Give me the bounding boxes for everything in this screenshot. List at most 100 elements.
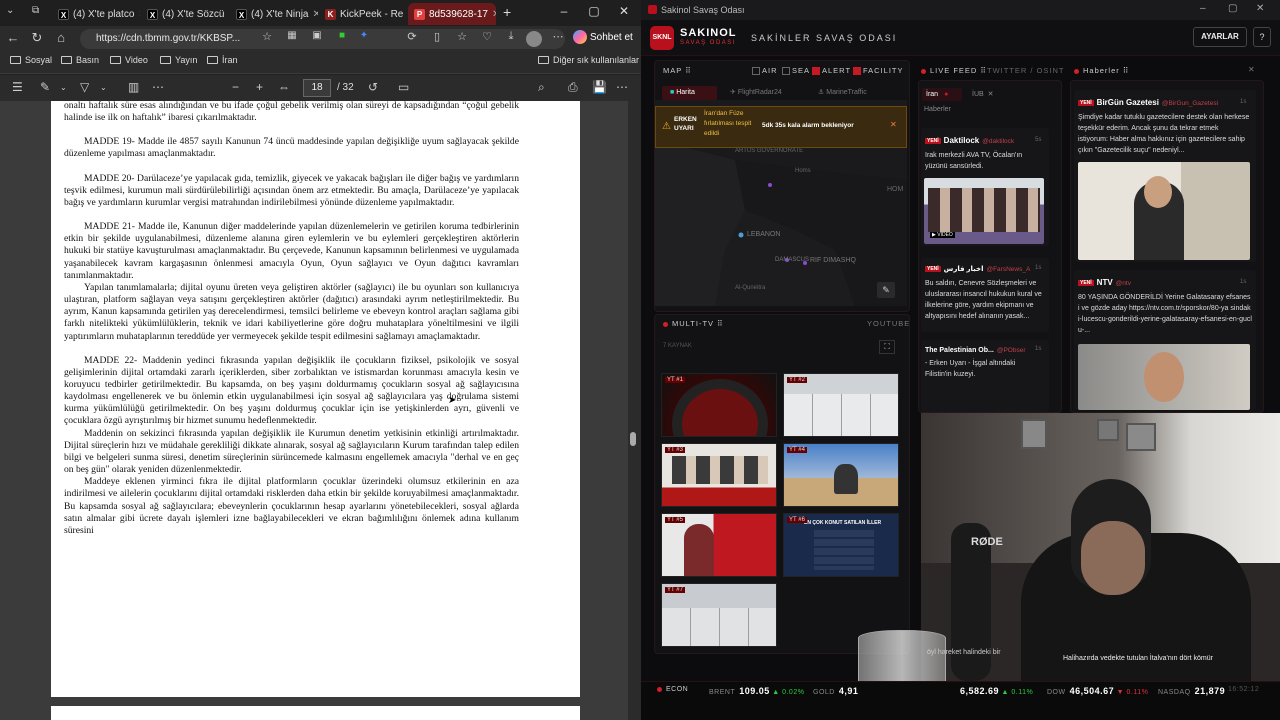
bookmark-folder-basin[interactable]: Basın: [61, 55, 99, 65]
ticker-dow: DOW 46,504.67 ▼ 0.11%: [1047, 686, 1148, 696]
refresh-extension-icon[interactable]: ⟳: [403, 30, 421, 43]
video-tile-6[interactable]: EN ÇOK KONUT SATILAN İLLER YT #6: [783, 513, 899, 577]
close-icon[interactable]: ✕: [492, 9, 496, 20]
scrollbar[interactable]: [628, 101, 641, 720]
toggle-alert[interactable]: ALERT: [812, 66, 851, 76]
feed-card[interactable]: YENİ اخبار فارس @FarsNews_A 1s Bu saldırı,…: [921, 258, 1049, 332]
zoom-in-icon[interactable]: +: [256, 80, 263, 94]
close-icon[interactable]: ✕: [1248, 65, 1255, 74]
tab-flightradar[interactable]: ✈ FlightRadar24: [730, 86, 782, 100]
collections-icon[interactable]: ♡: [478, 30, 496, 43]
extension-green-icon[interactable]: ■: [333, 30, 351, 41]
tab-4[interactable]: KKickPeek - Re✕: [319, 3, 407, 25]
more-icon[interactable]: ⋯: [616, 80, 628, 94]
tab-marinetraffic[interactable]: ⚓ MarineTraffic: [818, 86, 867, 100]
checkbox[interactable]: [812, 67, 820, 76]
split-screen-icon[interactable]: ▯: [428, 30, 446, 43]
tab-iub[interactable]: İUB ✕: [972, 88, 994, 101]
tab-1[interactable]: X (4) X'te platco✕: [52, 3, 140, 25]
extensions-icon[interactable]: ▦: [283, 30, 301, 41]
zoom-out-icon[interactable]: −: [232, 80, 239, 94]
bookmark-star-icon[interactable]: ☆: [258, 30, 276, 43]
checkbox[interactable]: [752, 67, 760, 76]
folder-icon: [538, 56, 549, 64]
page-number-input[interactable]: 18: [303, 79, 331, 97]
view-icon[interactable]: ▥: [128, 80, 139, 94]
minimize-icon[interactable]: –: [1200, 3, 1206, 14]
toggle-air[interactable]: AIR: [752, 66, 778, 76]
save-icon[interactable]: 💾: [592, 80, 607, 94]
checkbox[interactable]: [782, 67, 790, 76]
bookmark-folder-iran[interactable]: İran: [207, 55, 238, 65]
home-icon[interactable]: ⌂: [52, 30, 70, 45]
video-tile-2[interactable]: YT #2: [783, 373, 899, 437]
feed-card[interactable]: The Palestinian Ob... @PObser 1s - Erken …: [921, 340, 1049, 412]
back-icon[interactable]: ←: [4, 30, 22, 45]
search-icon[interactable]: ⌕: [538, 80, 545, 95]
scrollbar-thumb[interactable]: [630, 432, 636, 446]
video-tile-7[interactable]: YT #7: [661, 583, 777, 647]
map-edit-button[interactable]: ✎: [877, 282, 895, 298]
toggle-facility[interactable]: FACILITY: [853, 66, 904, 76]
extension-icon[interactable]: ▣: [308, 30, 326, 41]
brand-name: SAKINOL: [680, 27, 737, 39]
toggle-sea[interactable]: SEA: [782, 66, 810, 76]
news-card[interactable]: YENİ BirGün Gazetesi @BirGun_Gazetesi 1s Ş…: [1074, 90, 1256, 262]
workspaces-icon[interactable]: ⧉: [32, 5, 39, 16]
feed-card[interactable]: YENİ Daktilock @daktilock 5s Irak merkezli…: [921, 128, 1049, 246]
close-icon[interactable]: ✕: [229, 9, 230, 20]
tab-harita[interactable]: ■ Harita: [662, 86, 717, 100]
chat-button[interactable]: Sohbet et: [573, 30, 633, 44]
chevron-down-icon[interactable]: ⌄: [100, 83, 107, 92]
source-name: Daktilock: [943, 136, 980, 145]
tab-2[interactable]: X (4) X'te Sözcü ✕: [141, 3, 229, 25]
tab-3[interactable]: X (4) X'te Ninja ✕: [230, 3, 318, 25]
checkbox[interactable]: [853, 67, 861, 76]
favorites-icon[interactable]: ☆: [453, 30, 471, 43]
other-bookmarks[interactable]: Diğer sık kullanılanlar: [538, 55, 639, 65]
close-icon[interactable]: ✕: [890, 120, 897, 129]
close-icon[interactable]: ✕: [313, 9, 319, 20]
downloads-icon[interactable]: ⤓: [502, 30, 520, 43]
bookmark-folder-yayin[interactable]: Yayın: [160, 55, 197, 65]
settings-button[interactable]: AYARLAR: [1193, 27, 1247, 47]
more-tools-icon[interactable]: ⋯: [152, 80, 164, 94]
card-image: [1078, 344, 1250, 410]
more-icon[interactable]: ⋯: [549, 30, 567, 43]
extension-blue-icon[interactable]: ✦: [355, 30, 373, 41]
tab-5[interactable]: P 8d539628-17 ✕: [408, 3, 496, 25]
bookmark-folder-sosyal[interactable]: Sosyal: [10, 55, 52, 65]
tile-label: YT #3: [665, 447, 685, 453]
fit-page-icon[interactable]: ⇔: [278, 80, 290, 94]
close-window-icon[interactable]: ✕: [613, 4, 635, 18]
chevron-down-icon[interactable]: ⌄: [60, 83, 67, 92]
maximize-icon[interactable]: ▢: [1228, 3, 1237, 14]
reload-icon[interactable]: ↻: [28, 30, 46, 46]
close-icon[interactable]: ✕: [138, 9, 140, 20]
filter-icon[interactable]: ▽: [80, 80, 89, 94]
bookmark-folder-video[interactable]: Video: [110, 55, 148, 65]
highlight-icon[interactable]: ✎: [40, 80, 50, 94]
video-tile-4[interactable]: YT #4: [783, 443, 899, 507]
print-icon[interactable]: ⎙: [568, 80, 578, 95]
video-tile-1[interactable]: YT #1: [661, 373, 777, 437]
close-window-icon[interactable]: ✕: [1256, 3, 1264, 14]
tab-iran[interactable]: İran ●: [922, 88, 962, 101]
new-tab-icon[interactable]: +: [503, 4, 511, 20]
two-page-icon[interactable]: ▭: [398, 80, 409, 94]
maximize-icon[interactable]: ▢: [583, 4, 605, 18]
card-text: Şimdiye kadar tutuklu gazetecilere deste…: [1078, 114, 1250, 154]
map-place-label: LEBANON: [747, 231, 781, 238]
contents-icon[interactable]: ☰: [12, 80, 23, 94]
minimize-icon[interactable]: –: [553, 4, 575, 18]
news-card[interactable]: YENİ NTV @ntv 1s 80 YAŞINDA GÖNDERİLDİ Yer…: [1074, 270, 1256, 410]
avatar[interactable]: [526, 31, 542, 47]
video-tile-5[interactable]: YT #5: [661, 513, 777, 577]
tab-actions-icon[interactable]: ⌄: [6, 5, 14, 16]
tab-haberler[interactable]: Haberler: [924, 106, 951, 113]
fullscreen-icon[interactable]: ⛶: [879, 340, 895, 354]
ticker-nasdaq: NASDAQ 21,879: [1158, 686, 1225, 696]
video-tile-3[interactable]: YT #3: [661, 443, 777, 507]
rotate-icon[interactable]: ↺: [368, 80, 378, 94]
help-button[interactable]: ?: [1253, 27, 1271, 47]
